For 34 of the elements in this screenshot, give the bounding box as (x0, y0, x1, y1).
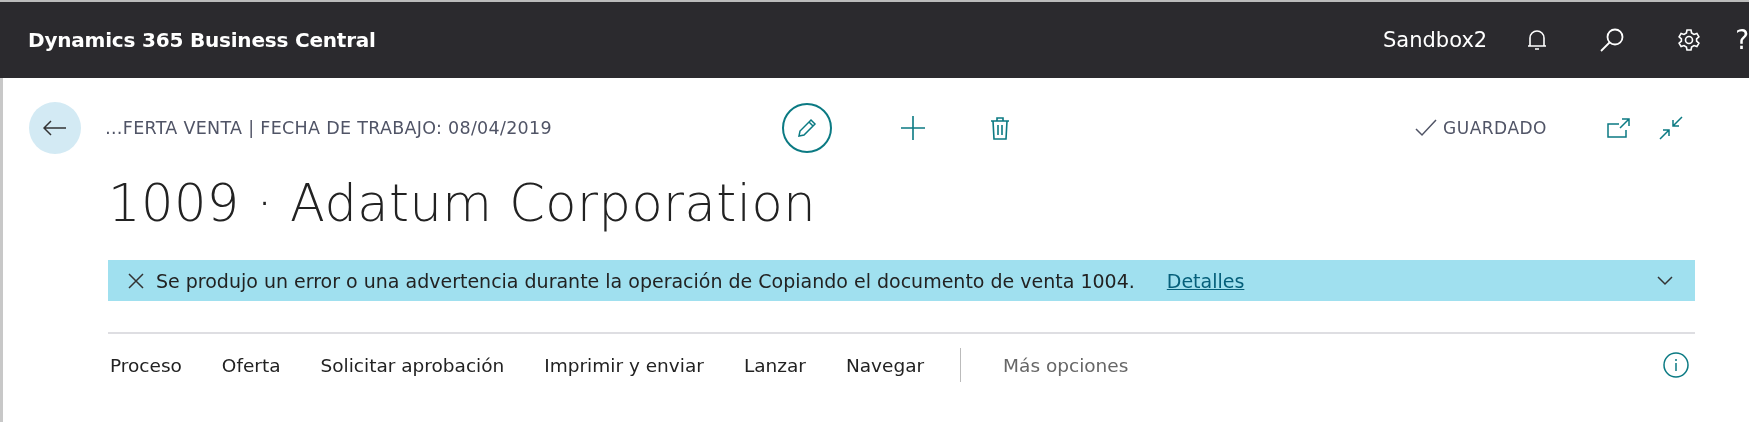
search-icon[interactable] (1599, 27, 1626, 53)
action-menu[interactable]: Navegar (843, 354, 942, 376)
banner-message: Se produjo un error o una advertencia durante la operación de Copiando el documento de venta 1004. (156, 269, 1135, 292)
edit-button[interactable] (782, 103, 832, 153)
more-options-button[interactable]: Más opciones (1001, 354, 1146, 376)
collapse-icon (1659, 116, 1683, 140)
pencil-icon (796, 117, 818, 139)
collapse-button[interactable] (1659, 116, 1683, 140)
open-new-window-button[interactable] (1607, 118, 1631, 138)
action-menu[interactable]: Proceso (108, 354, 199, 376)
pop-out-icon (1607, 118, 1631, 138)
chevron-down-icon[interactable] (1657, 275, 1673, 286)
breadcrumb: …FERTA VENTA | FECHA DE TRABAJO: 08/04/2019 (105, 118, 553, 138)
action-menu[interactable]: Oferta (219, 354, 298, 376)
back-arrow-icon (43, 120, 67, 136)
action-menu[interactable]: Solicitar aprobación (318, 354, 522, 376)
back-button[interactable] (29, 102, 81, 154)
action-menu[interactable]: Imprimir y enviar (542, 354, 721, 376)
plus-icon (900, 115, 926, 141)
help-glyph[interactable]: ? (1735, 25, 1749, 55)
page-title: 1009 · Adatum Corporation (107, 174, 818, 235)
action-menu[interactable]: Lanzar (741, 354, 823, 376)
settings-icon[interactable] (1677, 28, 1702, 52)
environment-name[interactable]: Sandbox2 (1383, 28, 1488, 52)
info-icon[interactable] (1663, 352, 1689, 378)
new-button[interactable] (900, 115, 926, 141)
check-icon (1415, 119, 1438, 137)
details-link[interactable]: Detalles (1166, 269, 1245, 292)
bell-icon[interactable] (1527, 28, 1548, 52)
app-title: Dynamics 365 Business Central (28, 28, 377, 52)
delete-button[interactable] (990, 116, 1010, 140)
trash-icon (990, 116, 1010, 140)
saved-text: GUARDADO (1443, 118, 1547, 138)
close-icon[interactable] (128, 272, 144, 289)
